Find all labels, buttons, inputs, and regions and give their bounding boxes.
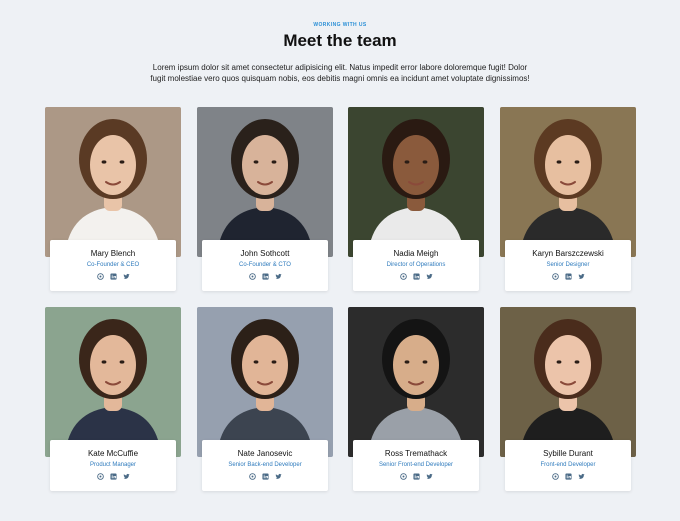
member-info: Ross Tremathack Senior Front-end Develope… bbox=[353, 440, 479, 491]
member-social-links bbox=[505, 473, 631, 480]
member-info: Nate Janosevic Senior Back-end Developer bbox=[202, 440, 328, 491]
member-photo bbox=[500, 307, 636, 457]
github-icon[interactable] bbox=[551, 473, 559, 480]
github-icon[interactable] bbox=[248, 473, 256, 480]
team-member-card: Kate McCuffie Product Manager bbox=[45, 307, 181, 492]
member-role: Senior Back-end Developer bbox=[228, 462, 302, 468]
member-social-links bbox=[353, 273, 479, 280]
member-role: Senior Designer bbox=[546, 262, 590, 268]
team-member-card: Karyn Barszczewski Senior Designer bbox=[500, 107, 636, 292]
member-photo bbox=[348, 107, 484, 257]
twitter-icon[interactable] bbox=[274, 473, 282, 480]
member-social-links bbox=[202, 473, 328, 480]
member-name: Ross Tremathack bbox=[384, 449, 448, 458]
member-role: Co-Founder & CTO bbox=[239, 262, 291, 268]
member-info: Nadia Meigh Director of Operations bbox=[353, 240, 479, 291]
github-icon[interactable] bbox=[248, 273, 256, 280]
linkedin-icon[interactable] bbox=[261, 273, 269, 280]
member-social-links bbox=[505, 273, 631, 280]
github-icon[interactable] bbox=[96, 273, 104, 280]
team-member-card: Nadia Meigh Director of Operations bbox=[348, 107, 484, 292]
member-name: Nadia Meigh bbox=[393, 249, 439, 258]
github-icon[interactable] bbox=[551, 273, 559, 280]
team-grid: Mary Blench Co-Founder & CEO John Sothcot… bbox=[0, 0, 680, 521]
member-role: Director of Operations bbox=[386, 262, 446, 268]
twitter-icon[interactable] bbox=[577, 273, 585, 280]
member-social-links bbox=[50, 273, 176, 280]
linkedin-icon[interactable] bbox=[412, 273, 420, 280]
team-member-card: Ross Tremathack Senior Front-end Develope… bbox=[348, 307, 484, 492]
member-social-links bbox=[353, 473, 479, 480]
member-name: Kate McCuffie bbox=[87, 449, 139, 458]
member-name: Nate Janosevic bbox=[237, 449, 293, 458]
team-member-card: John Sothcott Co-Founder & CTO bbox=[197, 107, 333, 292]
member-role: Senior Front-end Developer bbox=[378, 462, 454, 468]
member-role: Front-end Developer bbox=[540, 462, 596, 468]
linkedin-icon[interactable] bbox=[109, 473, 117, 480]
member-info: Karyn Barszczewski Senior Designer bbox=[505, 240, 631, 291]
twitter-icon[interactable] bbox=[122, 273, 130, 280]
github-icon[interactable] bbox=[399, 273, 407, 280]
member-name: Karyn Barszczewski bbox=[532, 249, 604, 258]
member-info: John Sothcott Co-Founder & CTO bbox=[202, 240, 328, 291]
member-photo bbox=[45, 307, 181, 457]
member-social-links bbox=[50, 473, 176, 480]
twitter-icon[interactable] bbox=[425, 473, 433, 480]
linkedin-icon[interactable] bbox=[109, 273, 117, 280]
github-icon[interactable] bbox=[399, 473, 407, 480]
member-name: Mary Blench bbox=[90, 249, 136, 258]
github-icon[interactable] bbox=[96, 473, 104, 480]
member-photo bbox=[197, 307, 333, 457]
member-social-links bbox=[202, 273, 328, 280]
linkedin-icon[interactable] bbox=[564, 273, 572, 280]
team-member-card: Mary Blench Co-Founder & CEO bbox=[45, 107, 181, 292]
team-page: WORKING WITH US Meet the team Lorem ipsu… bbox=[0, 0, 680, 521]
member-name: Sybille Durant bbox=[543, 449, 593, 458]
team-member-card: Nate Janosevic Senior Back-end Developer bbox=[197, 307, 333, 492]
twitter-icon[interactable] bbox=[122, 473, 130, 480]
member-info: Sybille Durant Front-end Developer bbox=[505, 440, 631, 491]
member-role: Co-Founder & CEO bbox=[86, 262, 140, 268]
linkedin-icon[interactable] bbox=[412, 473, 420, 480]
member-photo bbox=[500, 107, 636, 257]
twitter-icon[interactable] bbox=[577, 473, 585, 480]
linkedin-icon[interactable] bbox=[564, 473, 572, 480]
member-role: Product Manager bbox=[89, 462, 137, 468]
twitter-icon[interactable] bbox=[274, 273, 282, 280]
member-photo bbox=[45, 107, 181, 257]
member-info: Mary Blench Co-Founder & CEO bbox=[50, 240, 176, 291]
member-info: Kate McCuffie Product Manager bbox=[50, 440, 176, 491]
twitter-icon[interactable] bbox=[425, 273, 433, 280]
member-name: John Sothcott bbox=[240, 249, 290, 258]
linkedin-icon[interactable] bbox=[261, 473, 269, 480]
member-photo bbox=[197, 107, 333, 257]
member-photo bbox=[348, 307, 484, 457]
team-member-card: Sybille Durant Front-end Developer bbox=[500, 307, 636, 492]
